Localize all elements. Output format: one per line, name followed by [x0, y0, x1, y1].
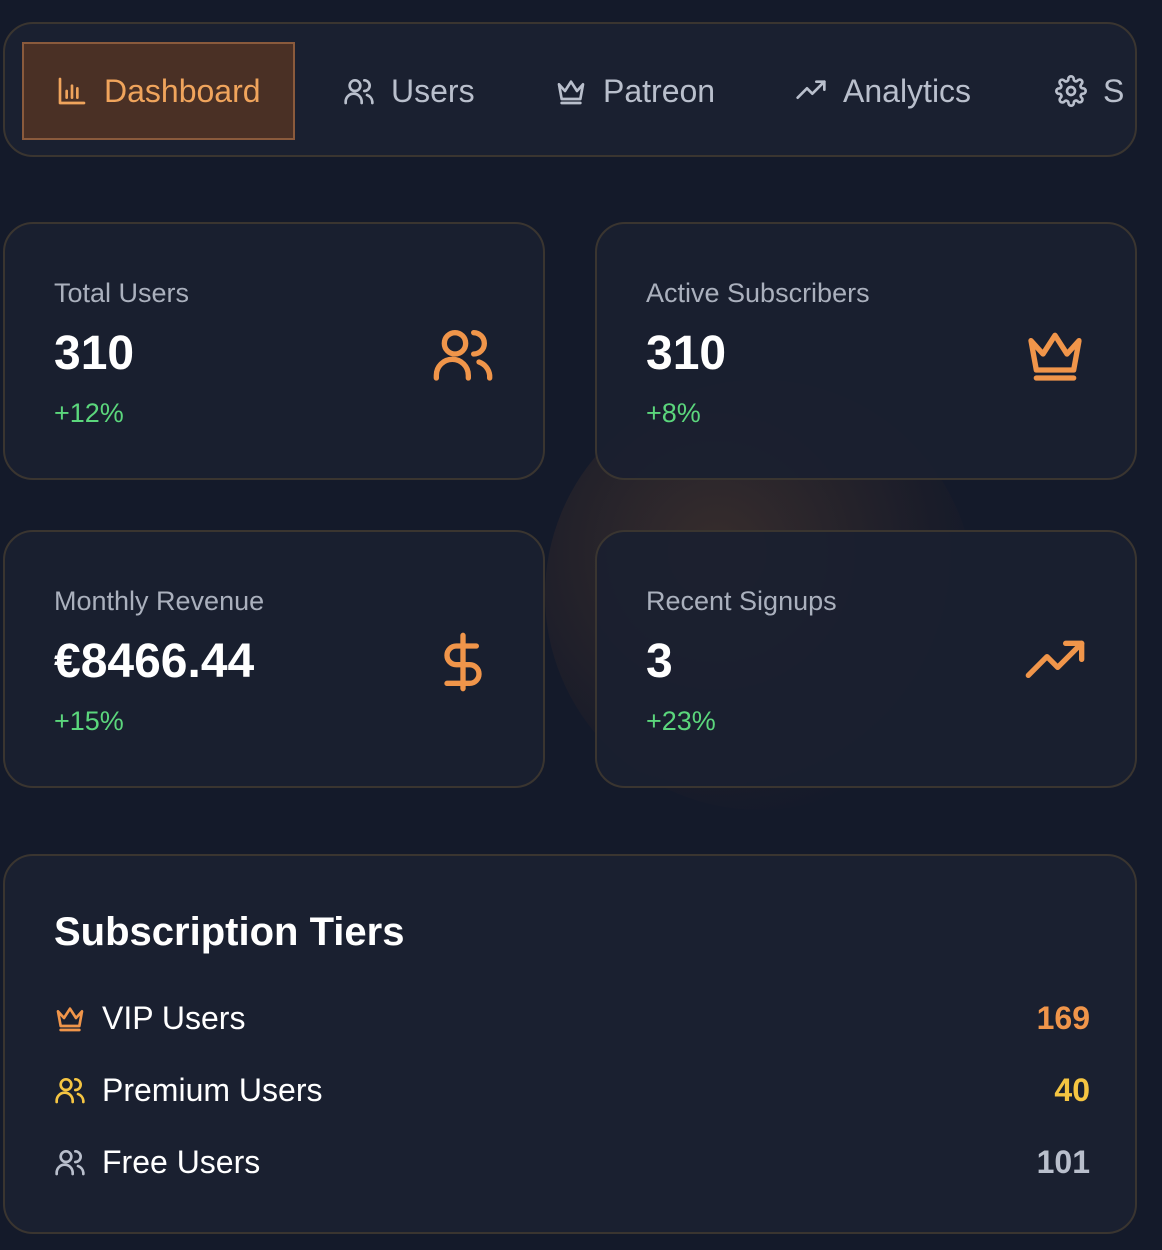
- users-icon: [55, 1150, 85, 1176]
- stat-card-recent-signups: Recent Signups 3 +23%: [595, 530, 1137, 788]
- users-icon: [344, 79, 374, 105]
- stat-label: Total Users: [54, 278, 190, 308]
- tier-row-premium: Premium Users 40: [54, 1070, 1090, 1110]
- stat-label: Monthly Revenue: [54, 586, 265, 616]
- stat-value: €8466.44: [54, 635, 255, 688]
- users-icon: [55, 1078, 85, 1104]
- trending-up-icon: [1023, 630, 1087, 694]
- users-icon: [431, 322, 495, 386]
- stat-value: 310: [646, 327, 727, 380]
- dashboard-page: Dashboard Users Patreon Analytics S Tota…: [0, 0, 1162, 1250]
- trending-up-icon: [796, 80, 826, 99]
- tier-count: 169: [1036, 999, 1090, 1036]
- tier-count: 40: [1054, 1071, 1090, 1108]
- stat-card-total-users: Total Users 310 +12%: [3, 222, 545, 480]
- tier-label: VIP Users: [102, 999, 246, 1036]
- tab-settings[interactable]: S: [1055, 42, 1124, 140]
- stat-label: Recent Signups: [646, 586, 837, 616]
- tab-label: Dashboard: [104, 72, 261, 109]
- crown-icon: [1023, 322, 1087, 386]
- tab-users[interactable]: Users: [343, 42, 475, 140]
- stat-value: 310: [54, 327, 135, 380]
- tab-label: Analytics: [843, 72, 972, 109]
- panel-title: Subscription Tiers: [54, 910, 405, 954]
- stat-card-monthly-revenue: Monthly Revenue €8466.44 +15%: [3, 530, 545, 788]
- tier-label: Free Users: [102, 1143, 261, 1180]
- stat-change: +15%: [54, 706, 124, 736]
- dollar-icon: [431, 630, 495, 694]
- tier-row-free: Free Users 101: [54, 1142, 1090, 1182]
- tier-label: Premium Users: [102, 1071, 323, 1108]
- tab-patreon[interactable]: Patreon: [555, 42, 715, 140]
- tab-dashboard[interactable]: Dashboard: [22, 42, 295, 140]
- stat-card-active-subscribers: Active Subscribers 310 +8%: [595, 222, 1137, 480]
- tab-label: Patreon: [603, 72, 716, 109]
- bar-chart-icon: [58, 77, 86, 105]
- stat-value: 3: [646, 635, 673, 688]
- gear-icon: [1055, 75, 1087, 107]
- subscription-tiers-panel: Subscription Tiers VIP Users 169 Premium…: [3, 854, 1137, 1234]
- stat-change: +12%: [54, 398, 124, 428]
- tier-row-vip: VIP Users 169: [54, 998, 1090, 1038]
- crown-icon: [56, 1007, 84, 1032]
- crown-icon: [557, 80, 585, 105]
- stat-change: +8%: [646, 398, 701, 428]
- top-nav: Dashboard Users Patreon Analytics S: [3, 22, 1137, 157]
- tab-label: S: [1103, 72, 1125, 109]
- tab-analytics[interactable]: Analytics: [795, 42, 971, 140]
- tier-count: 101: [1036, 1143, 1090, 1180]
- stat-change: +23%: [646, 706, 716, 736]
- stat-label: Active Subscribers: [646, 278, 870, 308]
- tab-label: Users: [391, 72, 475, 109]
